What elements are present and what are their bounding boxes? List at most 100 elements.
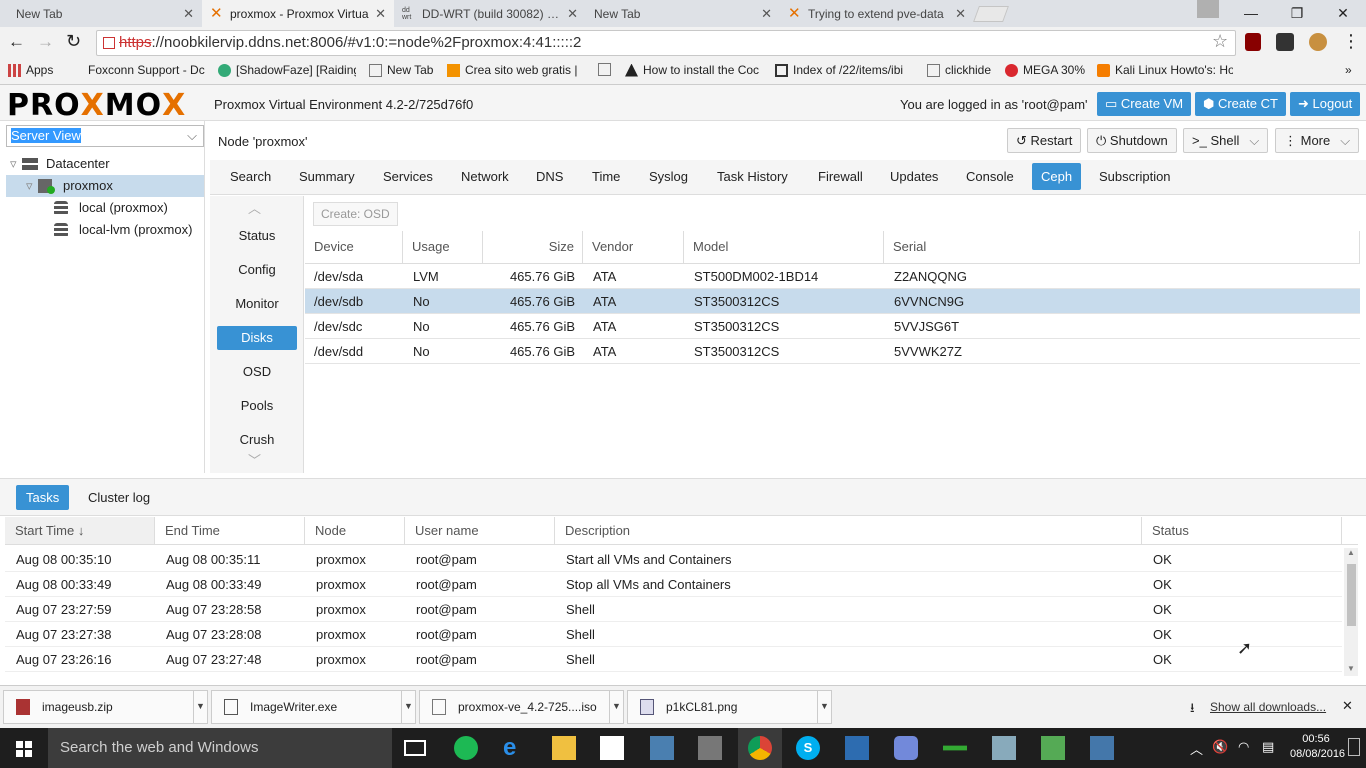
tree-storage-local[interactable]: local (proxmox) <box>6 197 204 219</box>
file-explorer-icon[interactable] <box>552 736 576 760</box>
collapse-icon[interactable]: ▿ <box>26 175 33 197</box>
download-item[interactable]: imageusb.zip ▼ <box>3 690 208 724</box>
tree-storage-local-lvm[interactable]: local-lvm (proxmox) <box>6 219 204 241</box>
ceph-status[interactable]: Status <box>217 224 297 248</box>
tab-task-history[interactable]: Task History <box>717 169 788 184</box>
chevron-down-icon[interactable]: ▼ <box>401 691 415 723</box>
volume-muted-icon[interactable]: 🔇 <box>1212 739 1228 755</box>
taskbar-search-input[interactable]: Search the web and Windows <box>48 728 392 768</box>
minimize-icon[interactable]: — <box>1228 0 1274 27</box>
scroll-down-icon[interactable]: ▼ <box>1347 664 1355 673</box>
shutdown-button[interactable]: ⏻ Shutdown <box>1087 128 1177 153</box>
download-item[interactable]: ImageWriter.exe ▼ <box>211 690 416 724</box>
tab-summary[interactable]: Summary <box>299 169 355 184</box>
close-icon[interactable]: ✕ <box>1342 698 1353 714</box>
close-window-icon[interactable]: ✕ <box>1320 0 1366 27</box>
start-button[interactable] <box>0 728 48 768</box>
close-icon[interactable]: ✕ <box>183 6 194 22</box>
create-osd-button[interactable]: Create: OSD <box>313 202 398 226</box>
column-header[interactable]: User name <box>405 517 555 544</box>
tab-console[interactable]: Console <box>966 169 1014 184</box>
create-ct-button[interactable]: ⬢ Create CT <box>1195 92 1286 116</box>
tab-syslog[interactable]: Syslog <box>649 169 688 184</box>
spotify-icon[interactable] <box>454 736 478 760</box>
close-icon[interactable]: ✕ <box>761 6 772 22</box>
bookmark-apps[interactable]: Apps <box>8 63 78 77</box>
tab-updates[interactable]: Updates <box>890 169 938 184</box>
logout-button[interactable]: ➜ Logout <box>1290 92 1361 116</box>
tab-ceph[interactable]: Ceph <box>1032 163 1082 190</box>
table-row[interactable]: Aug 07 23:26:16 Aug 07 23:27:48 proxmox roo… <box>5 647 1342 672</box>
bookmark-item[interactable] <box>598 63 618 76</box>
collapse-icon[interactable]: ▿ <box>10 153 17 175</box>
browser-tab[interactable]: New Tab ✕ <box>586 0 780 27</box>
tab-tasks[interactable]: Tasks <box>16 485 70 510</box>
app-icon[interactable] <box>845 736 869 760</box>
restore-icon[interactable]: ❐ <box>1274 0 1320 27</box>
tab-search[interactable]: Search <box>230 169 271 184</box>
show-all-downloads-link[interactable]: Show all downloads... <box>1210 700 1326 714</box>
bookmark-item[interactable]: New Tab <box>369 63 439 77</box>
bookmark-item[interactable]: [ShadowFaze] [Raiding <box>218 63 356 77</box>
new-tab-button[interactable] <box>973 6 1009 22</box>
bookmark-item[interactable]: Foxconn Support - Dc <box>88 63 206 77</box>
bookmark-item[interactable]: Kali Linux Howto's: Ho <box>1097 63 1233 77</box>
bookmark-item[interactable]: How to install the Coc <box>625 63 763 77</box>
table-row[interactable]: Aug 07 23:27:38 Aug 07 23:28:08 proxmox roo… <box>5 622 1342 647</box>
cookie-extension-icon[interactable] <box>1309 33 1327 51</box>
system-clock[interactable]: 00:56 08/08/2016 <box>1290 732 1345 762</box>
ublock-icon[interactable] <box>1245 33 1261 51</box>
extension-icon[interactable] <box>1276 33 1294 51</box>
app-icon[interactable] <box>698 736 722 760</box>
tab-cluster-log[interactable]: Cluster log <box>78 485 160 510</box>
table-row[interactable]: Aug 07 23:27:59 Aug 07 23:28:58 proxmox roo… <box>5 597 1342 622</box>
column-header[interactable]: Size <box>483 231 583 263</box>
notifications-icon[interactable] <box>1348 738 1360 756</box>
app-icon[interactable] <box>650 736 674 760</box>
column-header[interactable]: Serial <box>884 231 1360 263</box>
scroll-up-icon[interactable]: ︿ <box>248 198 261 217</box>
ceph-pools[interactable]: Pools <box>217 394 297 418</box>
forward-icon[interactable]: → <box>37 32 54 52</box>
close-icon[interactable]: ✕ <box>567 6 578 22</box>
scroll-down-icon[interactable]: ﹀ <box>248 450 261 469</box>
back-icon[interactable]: ← <box>8 32 25 52</box>
column-header[interactable]: Model <box>684 231 884 263</box>
tab-subscription[interactable]: Subscription <box>1099 169 1171 184</box>
tab-network[interactable]: Network <box>461 169 509 184</box>
chevron-down-icon[interactable]: ▼ <box>609 691 623 723</box>
keyboard-icon[interactable]: ▤ <box>1262 739 1274 755</box>
notepad-icon[interactable] <box>1041 736 1065 760</box>
bookmark-item[interactable]: Crea sito web gratis | <box>447 63 587 77</box>
menu-icon[interactable]: ⋮ <box>1342 31 1360 52</box>
ceph-osd[interactable]: OSD <box>217 360 297 384</box>
chevron-down-icon[interactable]: ▼ <box>817 691 831 723</box>
table-row[interactable]: Aug 08 00:33:49 Aug 08 00:33:49 proxmox roo… <box>5 572 1342 597</box>
close-icon[interactable]: ✕ <box>375 6 386 22</box>
ceph-disks[interactable]: Disks <box>217 326 297 350</box>
view-selector[interactable]: Server View ⌵ <box>6 125 204 147</box>
bookmark-star-icon[interactable]: ☆ <box>1212 31 1228 52</box>
ceph-crush[interactable]: Crush <box>217 428 297 452</box>
network-app-icon[interactable] <box>1090 736 1114 760</box>
reload-icon[interactable]: ↻ <box>66 31 81 52</box>
discord-icon[interactable] <box>894 736 918 760</box>
user-profile-icon[interactable] <box>1197 0 1219 18</box>
edge-icon[interactable]: e <box>503 736 527 760</box>
task-view-icon[interactable] <box>404 740 426 756</box>
scroll-up-icon[interactable]: ▲ <box>1347 548 1355 557</box>
store-icon[interactable] <box>600 736 624 760</box>
table-row[interactable]: Aug 08 00:35:10 Aug 08 00:35:11 proxmox roo… <box>5 547 1342 572</box>
close-icon[interactable]: ✕ <box>955 6 966 22</box>
tree-datacenter[interactable]: ▿ Datacenter <box>6 153 204 175</box>
url-input[interactable]: https://noobkilervip.ddns.net:8006/#v1:0… <box>96 30 1236 56</box>
scrollbar-thumb[interactable] <box>1347 564 1356 626</box>
browser-tab[interactable]: ✕ Trying to extend pve-data ✕ <box>780 0 974 27</box>
shell-button[interactable]: >_ Shell ⌵ <box>1183 128 1269 153</box>
download-item[interactable]: p1kCL81.png ▼ <box>627 690 832 724</box>
table-row[interactable]: /dev/sdc No 465.76 GiB ATA ST3500312CS 5VVJSG… <box>305 314 1360 339</box>
table-row[interactable]: /dev/sdd No 465.76 GiB ATA ST3500312CS 5VVWK2… <box>305 339 1360 364</box>
tray-expand-icon[interactable]: ︿ <box>1190 739 1203 758</box>
column-header[interactable]: Device <box>305 231 403 263</box>
column-header[interactable]: Vendor <box>583 231 684 263</box>
